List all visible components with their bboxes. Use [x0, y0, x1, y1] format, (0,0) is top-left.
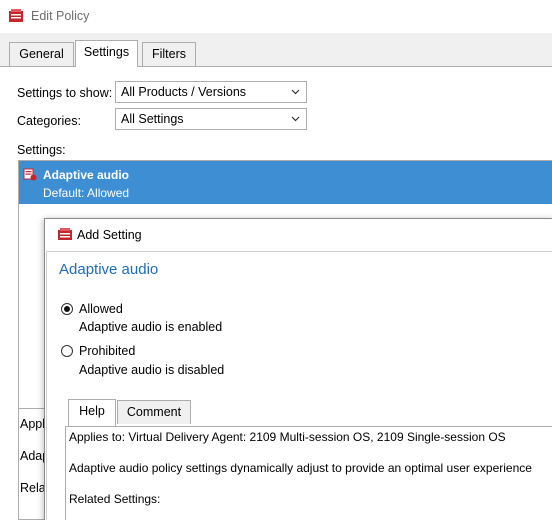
settings-to-show-select[interactable]: All Products / Versions [115, 81, 307, 103]
dialog-title: Add Setting [77, 228, 142, 242]
allowed-radio[interactable] [61, 303, 73, 315]
tab-filters[interactable]: Filters [142, 42, 196, 66]
add-setting-dialog: Add Setting Adaptive audio Allowed Adapt… [44, 218, 552, 520]
prohibited-radio[interactable] [61, 345, 73, 357]
tab-help[interactable]: Help [68, 399, 116, 426]
categories-label: Categories: [17, 114, 81, 128]
categories-value: All Settings [121, 112, 184, 126]
tab-general[interactable]: General [9, 42, 74, 66]
help-description: Adaptive audio policy settings dynamical… [69, 461, 532, 475]
policy-icon [9, 9, 23, 22]
chevron-down-icon [291, 116, 300, 122]
prohibited-description: Adaptive audio is disabled [79, 363, 225, 377]
list-item-adaptive-audio[interactable]: Adaptive audio Default: Allowed [19, 161, 552, 204]
settings-list-label: Settings: [17, 143, 66, 157]
help-related-settings: Related Settings: [69, 492, 161, 506]
help-applies-to: Applies to: Virtual Delivery Agent: 2109… [69, 430, 506, 444]
categories-select[interactable]: All Settings [115, 108, 307, 130]
settings-to-show-value: All Products / Versions [121, 85, 247, 99]
dialog-titlebar: Add Setting [45, 219, 552, 251]
dialog-heading: Adaptive audio [59, 261, 159, 278]
chevron-down-icon [291, 89, 300, 95]
tab-settings[interactable]: Settings [75, 40, 138, 67]
window-title: Edit Policy [31, 9, 90, 23]
allowed-description: Adaptive audio is enabled [79, 320, 223, 334]
help-panel: Applies to: Virtual Delivery Agent: 2109… [65, 426, 552, 520]
window-titlebar: Edit Policy [0, 0, 552, 33]
setting-gear-icon [23, 168, 37, 181]
policy-icon [58, 228, 72, 240]
prohibited-label[interactable]: Prohibited [79, 344, 135, 358]
setting-name: Adaptive audio [43, 168, 130, 182]
settings-to-show-label: Settings to show: [17, 86, 113, 100]
allowed-label[interactable]: Allowed [79, 302, 123, 316]
setting-default: Default: Allowed [43, 186, 130, 200]
tab-comment[interactable]: Comment [117, 400, 191, 424]
